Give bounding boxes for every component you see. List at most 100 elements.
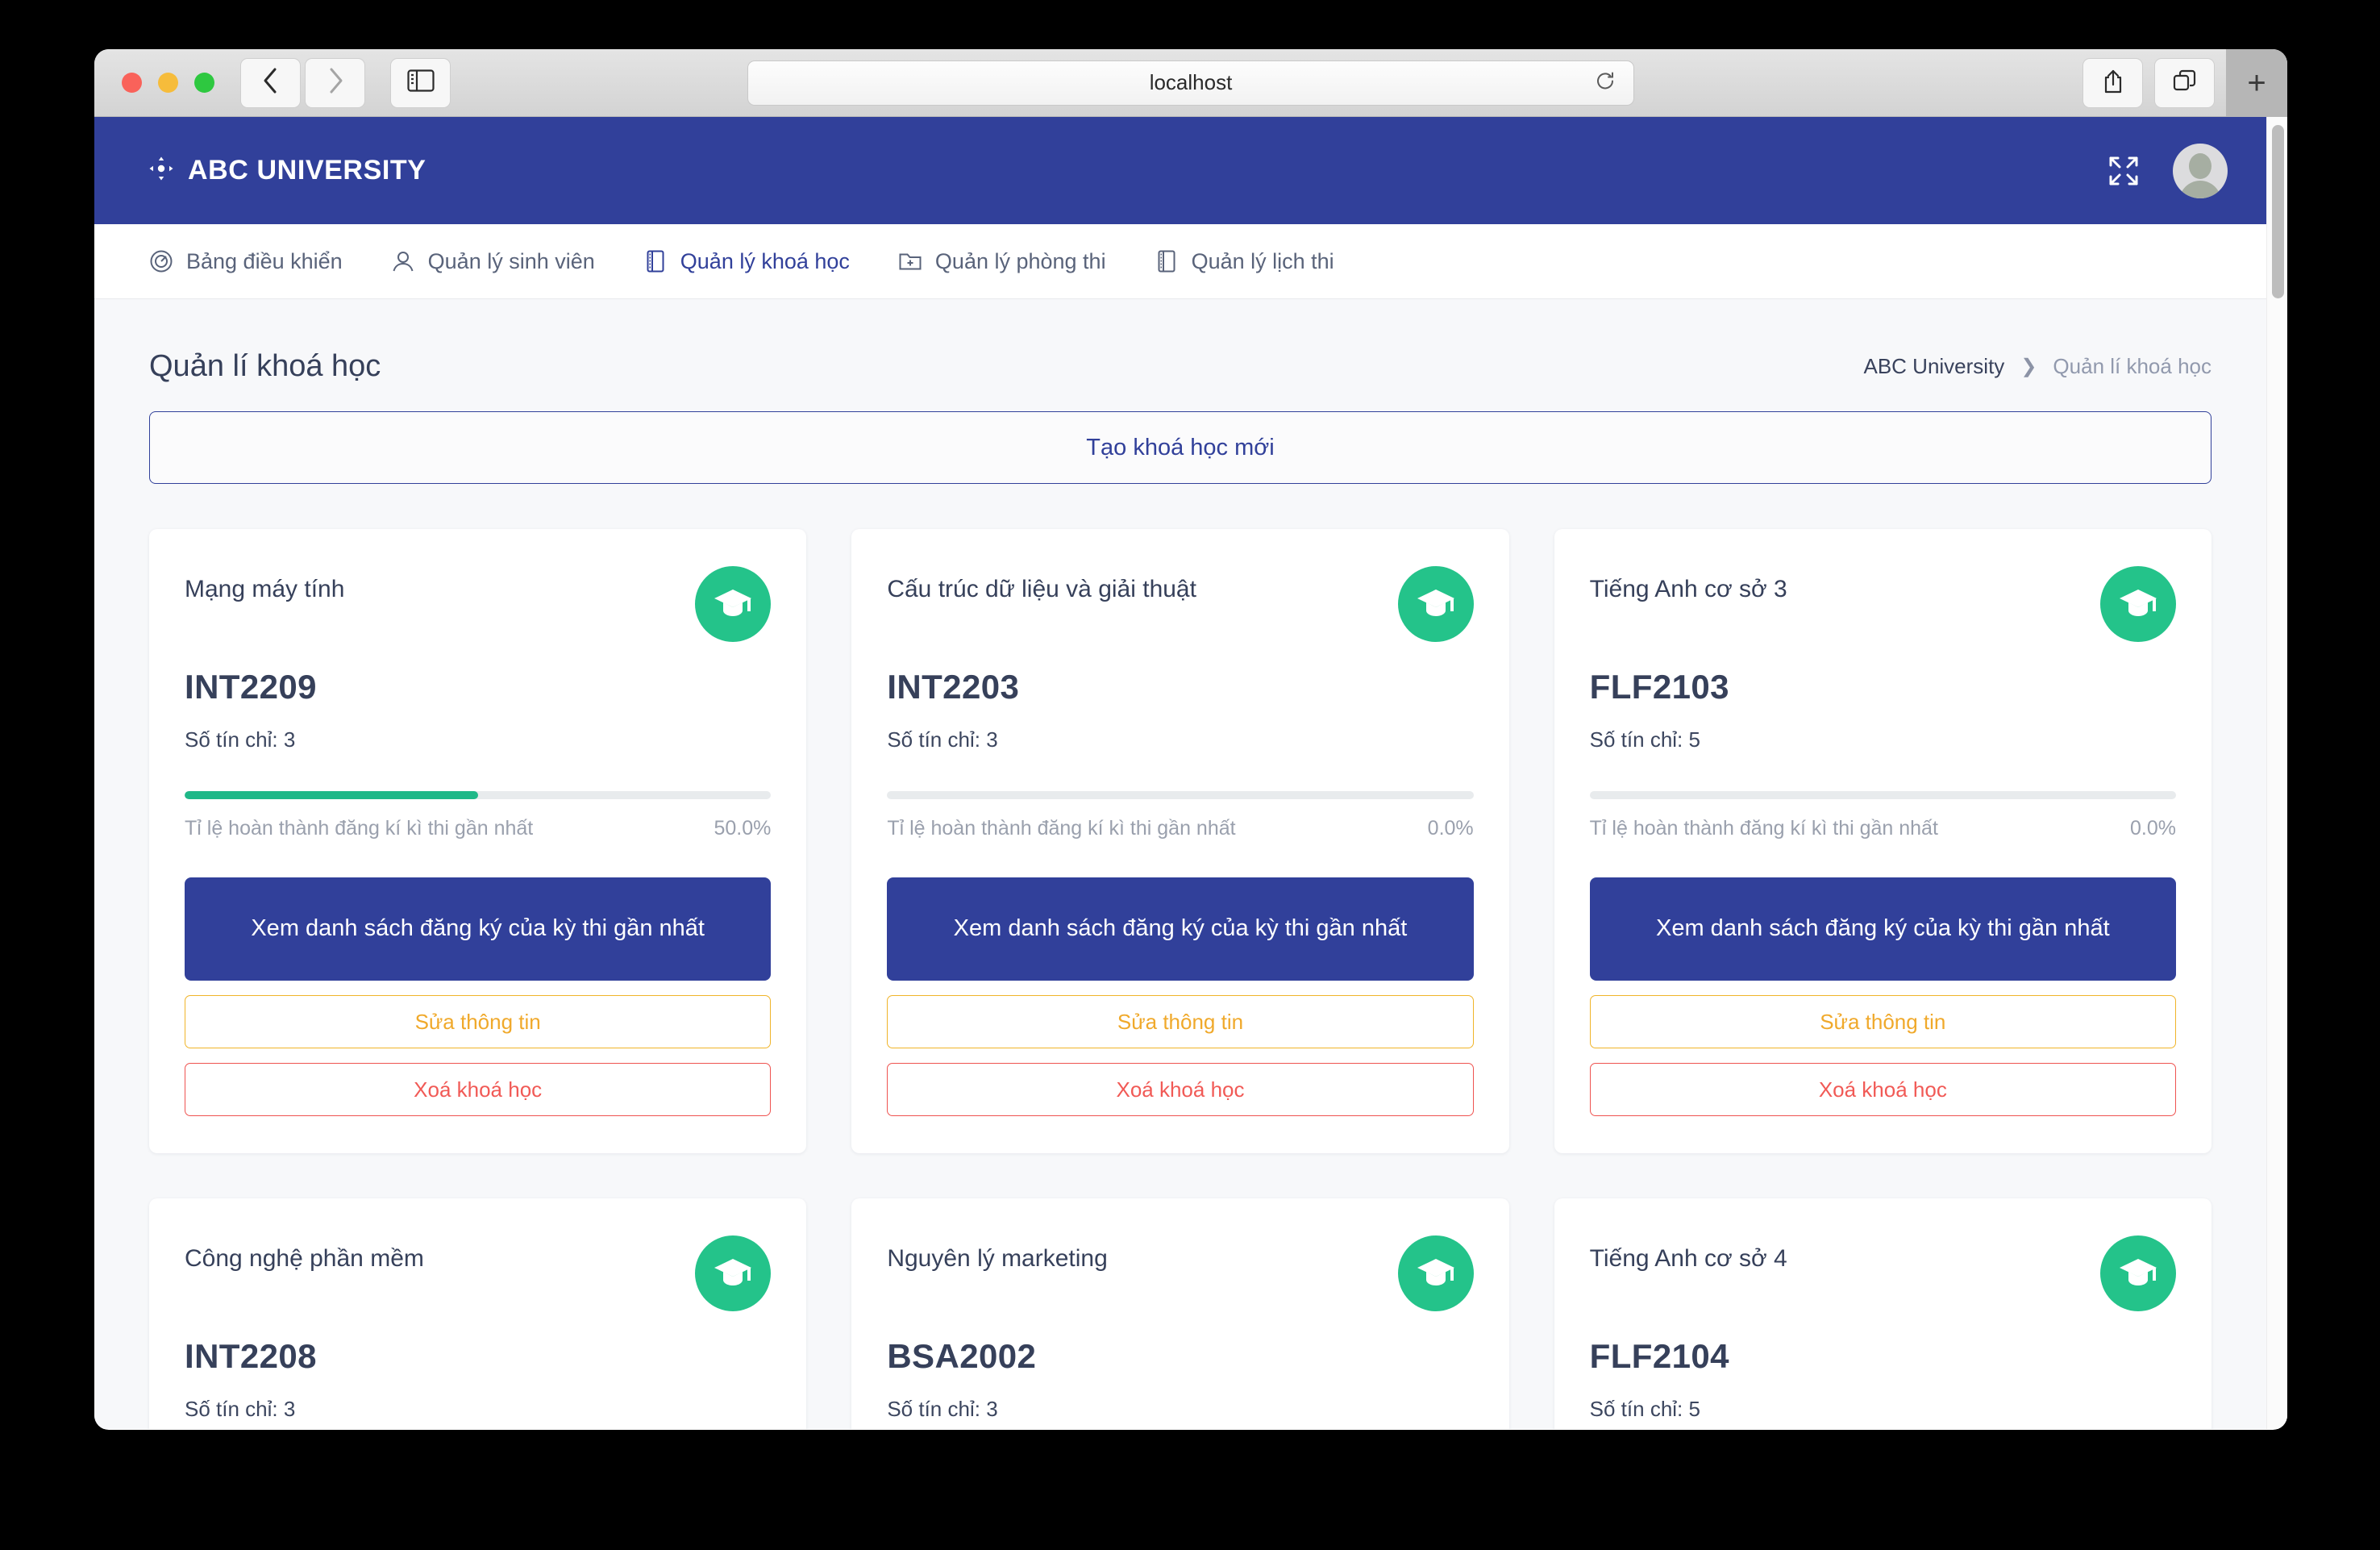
tab-overview-button[interactable] bbox=[2154, 58, 2215, 108]
course-card[interactable]: Nguyên lý marketing BSA2002 Số tín chỉ: … bbox=[851, 1198, 1509, 1429]
page-body: Quản lí khoá học ABC University ❯ Quản l… bbox=[94, 299, 2266, 1429]
course-card[interactable]: Công nghệ phần mềm INT2208 Số tín chỉ: 3 bbox=[149, 1198, 807, 1429]
folder-plus-icon bbox=[898, 249, 922, 273]
view-registrations-button[interactable]: Xem danh sách đăng ký của kỳ thi gần nhấ… bbox=[887, 877, 1474, 981]
card-header: Mạng máy tính bbox=[185, 566, 772, 642]
toggle-sidebar-button[interactable] bbox=[390, 57, 451, 108]
book-icon bbox=[643, 249, 668, 273]
nav-item-dashboard[interactable]: Bảng điều khiển bbox=[149, 249, 343, 274]
course-name: Mạng máy tính bbox=[185, 576, 345, 602]
card-header: Tiếng Anh cơ sở 3 bbox=[1590, 566, 2176, 642]
fullscreen-expand-icon[interactable] bbox=[2108, 156, 2139, 186]
delete-course-button[interactable]: Xoá khoá học bbox=[1589, 1063, 2176, 1116]
gauge-icon bbox=[149, 249, 173, 273]
progress-label: Tỉ lệ hoàn thành đăng kí kì thi gần nhất bbox=[1589, 817, 1938, 840]
delete-course-button[interactable]: Xoá khoá học bbox=[185, 1063, 772, 1116]
brand[interactable]: ABC UNIVERSITY bbox=[149, 155, 426, 186]
course-card[interactable]: Mạng máy tính INT2209 Số tín chỉ: 3 Tỉ l… bbox=[149, 529, 807, 1153]
course-card[interactable]: Cấu trúc dữ liệu và giải thuật INT2203 S… bbox=[851, 529, 1509, 1153]
credits-value: 3 bbox=[283, 1397, 296, 1421]
nav-item-exam-schedule[interactable]: Quản lý lịch thi bbox=[1155, 249, 1334, 274]
page-head: Quản lí khoá học ABC University ❯ Quản l… bbox=[149, 299, 2211, 411]
progress-track bbox=[1589, 791, 2176, 799]
address-bar-text: localhost bbox=[1149, 70, 1233, 94]
progress-track bbox=[887, 791, 1474, 799]
brand-name: ABC UNIVERSITY bbox=[188, 155, 426, 185]
close-window-button[interactable] bbox=[122, 73, 142, 93]
progress-label: Tỉ lệ hoàn thành đăng kí kì thi gần nhất bbox=[185, 817, 534, 840]
view-registrations-button[interactable]: Xem danh sách đăng ký của kỳ thi gần nhấ… bbox=[1589, 877, 2176, 981]
graduation-cap-icon bbox=[2099, 566, 2176, 642]
edit-course-button[interactable]: Sửa thông tin bbox=[887, 995, 1474, 1048]
course-code: FLF2103 bbox=[1589, 668, 1729, 706]
page-scrollbar[interactable] bbox=[2266, 117, 2287, 1429]
course-card[interactable]: Tiếng Anh cơ sở 3 FLF2103 Số tín chỉ: 5 bbox=[1554, 529, 2211, 1153]
course-name: Công nghệ phần mềm bbox=[185, 1245, 424, 1272]
sidebar-icon bbox=[406, 69, 435, 96]
book-icon bbox=[1155, 249, 1179, 273]
course-name: Tiếng Anh cơ sở 4 bbox=[1589, 1245, 1787, 1272]
course-name: Cấu trúc dữ liệu và giải thuật bbox=[887, 576, 1196, 602]
course-name: Tiếng Anh cơ sở 3 bbox=[1589, 576, 1787, 602]
card-header: Cấu trúc dữ liệu và giải thuật bbox=[887, 566, 1474, 642]
course-code: FLF2104 bbox=[1589, 1337, 1729, 1375]
tab-overview-icon bbox=[2173, 69, 2197, 98]
credits-value: 5 bbox=[1688, 727, 1700, 752]
course-credits: Số tín chỉ: 5 bbox=[1590, 727, 2176, 752]
graduation-cap-icon bbox=[695, 1235, 772, 1311]
nav-item-label: Quản lý phòng thi bbox=[934, 248, 1106, 273]
progress-fill bbox=[185, 791, 478, 799]
titlebar-right-actions: + bbox=[2082, 49, 2287, 117]
navigation-buttons bbox=[240, 57, 451, 108]
progress-label: Tỉ lệ hoàn thành đăng kí kì thi gần nhất bbox=[887, 817, 1236, 840]
credits-label: Số tín chỉ: bbox=[887, 727, 980, 752]
credits-label: Số tín chỉ: bbox=[185, 727, 278, 752]
credits-value: 5 bbox=[1688, 1397, 1700, 1421]
delete-course-button[interactable]: Xoá khoá học bbox=[887, 1063, 1474, 1116]
avatar[interactable] bbox=[2173, 143, 2228, 198]
nav-item-courses[interactable]: Quản lý khoá học bbox=[643, 249, 850, 274]
course-credits: Số tín chỉ: 3 bbox=[185, 1397, 771, 1422]
page-content: ABC UNIVERSITY Bảng điều khiển Quản lý s… bbox=[94, 117, 2266, 1429]
page-title: Quản lí khoá học bbox=[149, 349, 381, 383]
share-button[interactable] bbox=[2082, 58, 2143, 108]
header-actions bbox=[2108, 143, 2228, 198]
chevron-left-icon bbox=[261, 66, 281, 99]
credits-value: 3 bbox=[986, 1397, 998, 1421]
course-card-grid: Mạng máy tính INT2209 Số tín chỉ: 3 Tỉ l… bbox=[149, 529, 2211, 1153]
edit-course-button[interactable]: Sửa thông tin bbox=[1589, 995, 2176, 1048]
breadcrumb-root[interactable]: ABC University bbox=[1863, 354, 2004, 379]
forward-button[interactable] bbox=[305, 57, 365, 108]
credits-label: Số tín chỉ: bbox=[887, 1397, 980, 1421]
course-card[interactable]: Tiếng Anh cơ sở 4 FLF2104 Số tín chỉ: 5 bbox=[1554, 1198, 2211, 1429]
nav-item-students[interactable]: Quản lý sinh viên bbox=[391, 249, 595, 274]
progress-row: Tỉ lệ hoàn thành đăng kí kì thi gần nhất… bbox=[887, 817, 1473, 840]
course-credits: Số tín chỉ: 3 bbox=[887, 727, 1473, 752]
course-code: INT2208 bbox=[185, 1337, 317, 1375]
progress-value: 0.0% bbox=[2130, 817, 2176, 840]
reload-icon[interactable] bbox=[1595, 70, 1616, 95]
nav-item-label: Bảng điều khiển bbox=[186, 248, 343, 273]
course-code: INT2203 bbox=[887, 668, 1020, 706]
graduation-cap-icon bbox=[1397, 566, 1474, 642]
chevron-right-icon bbox=[326, 66, 345, 99]
course-credits: Số tín chỉ: 3 bbox=[887, 1397, 1473, 1422]
edit-course-button[interactable]: Sửa thông tin bbox=[185, 995, 772, 1048]
minimize-window-button[interactable] bbox=[158, 73, 178, 93]
new-tab-button[interactable]: + bbox=[2226, 49, 2287, 117]
breadcrumb: ABC University ❯ Quản lí khoá học bbox=[1863, 354, 2211, 379]
view-registrations-button[interactable]: Xem danh sách đăng ký của kỳ thi gần nhấ… bbox=[185, 877, 772, 981]
course-code: BSA2002 bbox=[887, 1337, 1037, 1375]
user-icon bbox=[391, 249, 415, 273]
credits-label: Số tín chỉ: bbox=[1589, 727, 1683, 752]
progress-value: 0.0% bbox=[1427, 817, 1474, 840]
create-course-button[interactable]: Tạo khoá học mới bbox=[149, 411, 2211, 484]
card-header: Tiếng Anh cơ sở 4 bbox=[1590, 1235, 2176, 1311]
nav-item-exam-rooms[interactable]: Quản lý phòng thi bbox=[898, 249, 1106, 274]
maximize-window-button[interactable] bbox=[194, 73, 214, 93]
address-bar[interactable]: localhost bbox=[747, 60, 1634, 106]
page-scrollbar-thumb[interactable] bbox=[2272, 125, 2284, 298]
back-button[interactable] bbox=[240, 57, 301, 108]
course-credits: Số tín chỉ: 3 bbox=[185, 727, 771, 752]
card-header: Công nghệ phần mềm bbox=[185, 1235, 772, 1311]
